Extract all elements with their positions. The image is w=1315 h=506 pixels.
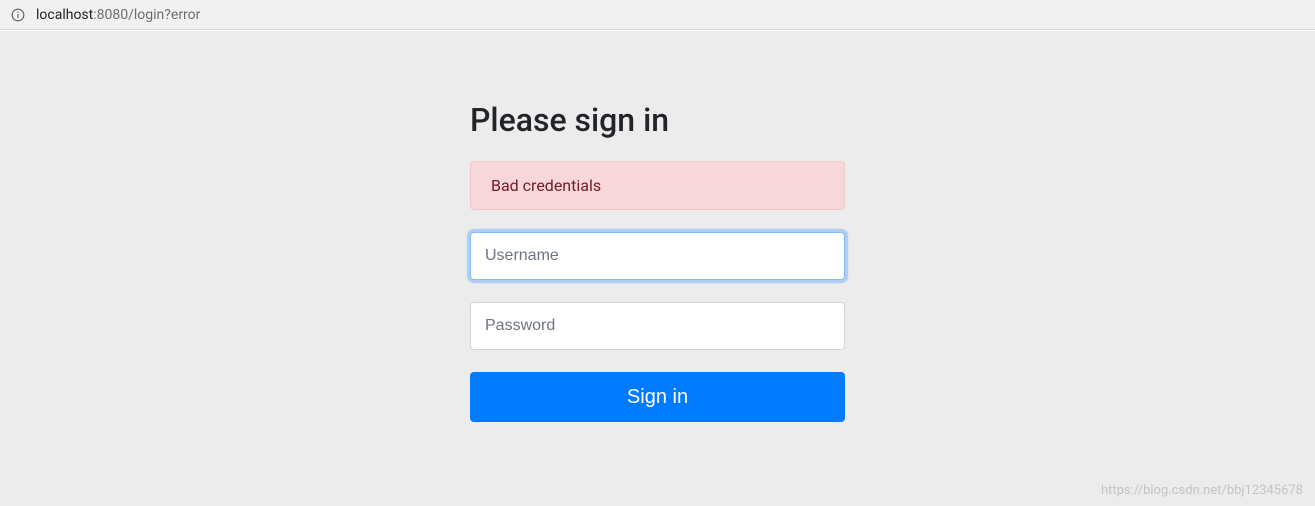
username-input[interactable] bbox=[470, 232, 845, 280]
page-title: Please sign in bbox=[470, 101, 845, 139]
page-content: Please sign in Bad credentials Sign in bbox=[0, 30, 1315, 506]
login-form: Please sign in Bad credentials Sign in bbox=[470, 101, 845, 506]
password-input[interactable] bbox=[470, 302, 845, 350]
url-text: localhost:8080/login?error bbox=[36, 7, 200, 23]
browser-address-bar[interactable]: localhost:8080/login?error bbox=[0, 0, 1315, 30]
info-icon bbox=[10, 7, 26, 23]
url-path: :8080/login?error bbox=[93, 7, 200, 23]
sign-in-button[interactable]: Sign in bbox=[470, 372, 845, 422]
error-alert: Bad credentials bbox=[470, 161, 845, 210]
url-host: localhost bbox=[36, 7, 93, 23]
